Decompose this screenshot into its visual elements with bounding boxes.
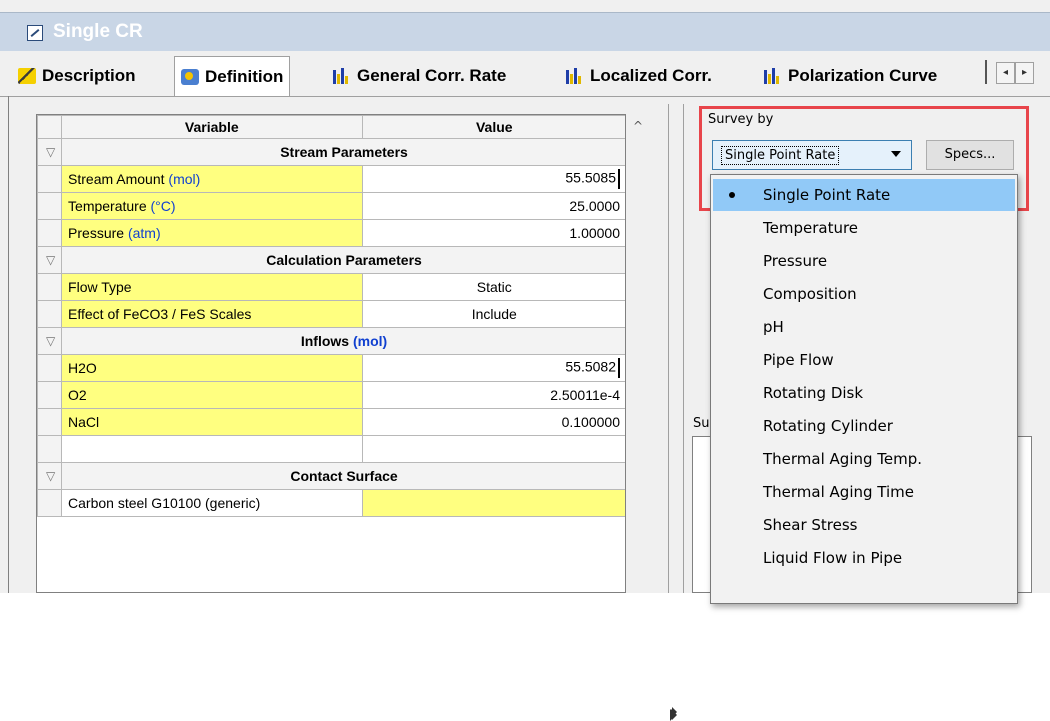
section-calculation-parameters[interactable]: ▽ Calculation Parameters bbox=[37, 246, 625, 274]
table-row: NaCl 0.100000 bbox=[37, 408, 625, 436]
collapse-icon[interactable]: ▽ bbox=[37, 327, 63, 355]
title-bar: Single CR bbox=[0, 12, 1050, 51]
value-stream-amount[interactable]: 55.5085 bbox=[361, 165, 625, 193]
collapse-icon[interactable]: ▽ bbox=[37, 462, 63, 490]
option-shear-stress[interactable]: Shear Stress bbox=[713, 509, 1015, 541]
bar-chart-icon bbox=[566, 68, 584, 84]
value-h2o[interactable]: 55.5082 bbox=[361, 354, 625, 382]
chevron-down-icon bbox=[891, 151, 901, 157]
tab-scroll-left-icon[interactable]: ◂ bbox=[996, 62, 1015, 84]
collapse-icon[interactable]: ▽ bbox=[37, 246, 63, 274]
selected-bullet-icon bbox=[729, 192, 735, 198]
lower-panel-label: Su bbox=[693, 416, 710, 431]
option-ph[interactable]: pH bbox=[713, 311, 1015, 343]
value-empty[interactable] bbox=[361, 435, 625, 463]
section-contact-surface[interactable]: ▽ Contact Surface bbox=[37, 462, 625, 490]
tab-polarization-curve[interactable]: Polarization Curve bbox=[764, 60, 937, 92]
table-row: Effect of FeCO3 / FeS Scales Include bbox=[37, 300, 625, 328]
value-contact-surface[interactable] bbox=[361, 489, 625, 517]
tab-separator bbox=[985, 60, 987, 84]
column-header-value: Value bbox=[361, 115, 625, 139]
variable-empty[interactable] bbox=[61, 435, 363, 463]
tab-localized-corr[interactable]: Localized Corr. bbox=[566, 60, 712, 92]
variable-temperature: Temperature (°C) bbox=[61, 192, 363, 220]
section-inflows[interactable]: ▽ Inflows (mol) bbox=[37, 327, 625, 355]
variable-stream-amount: Stream Amount (mol) bbox=[61, 165, 363, 193]
tab-scroll-right-icon[interactable]: ▸ bbox=[1015, 62, 1034, 84]
definition-icon bbox=[181, 68, 199, 85]
variable-o2: O2 bbox=[61, 381, 363, 409]
pencil-icon bbox=[18, 68, 36, 84]
variable-h2o: H2O bbox=[61, 354, 363, 382]
value-pressure[interactable]: 1.00000 bbox=[361, 219, 625, 247]
value-nacl[interactable]: 0.100000 bbox=[361, 408, 625, 436]
bar-chart-icon bbox=[764, 68, 782, 84]
option-rotating-cylinder[interactable]: Rotating Cylinder bbox=[713, 410, 1015, 442]
collapse-icon[interactable]: ▽ bbox=[37, 138, 63, 166]
variable-flow-type: Flow Type bbox=[61, 273, 363, 301]
option-thermal-aging-temp[interactable]: Thermal Aging Temp. bbox=[713, 443, 1015, 475]
table-row: Carbon steel G10100 (generic) bbox=[37, 489, 625, 517]
scroll-up-icon[interactable]: ^ bbox=[628, 114, 648, 136]
value-flow-type[interactable]: Static bbox=[361, 273, 625, 301]
value-o2[interactable]: 2.50011e-4 bbox=[361, 381, 625, 409]
window-icon bbox=[27, 25, 43, 41]
option-pipe-flow[interactable]: Pipe Flow bbox=[713, 344, 1015, 376]
value-scales[interactable]: Include bbox=[361, 300, 625, 328]
definition-grid: Variable Value ▽ Stream Parameters Strea… bbox=[36, 114, 626, 593]
table-row-empty bbox=[37, 435, 625, 463]
splitter-collapse-icon[interactable] bbox=[672, 710, 677, 720]
window: Single CR Description Definition General… bbox=[0, 0, 1050, 721]
window-title: Single CR bbox=[53, 21, 143, 42]
column-header-variable: Variable bbox=[61, 115, 363, 139]
tab-definition[interactable]: Definition bbox=[174, 56, 291, 96]
table-row: Temperature (°C) 25.0000 bbox=[37, 192, 625, 220]
survey-by-selected: Single Point Rate bbox=[721, 145, 840, 165]
option-rotating-disk[interactable]: Rotating Disk bbox=[713, 377, 1015, 409]
grid-header-row: Variable Value bbox=[37, 115, 625, 139]
survey-by-dropdown[interactable]: Single Point Rate bbox=[712, 140, 912, 170]
tab-general-corr-rate[interactable]: General Corr. Rate bbox=[333, 60, 506, 92]
option-single-point-rate[interactable]: Single Point Rate bbox=[713, 179, 1015, 211]
option-liquid-flow-in-pipe[interactable]: Liquid Flow in Pipe bbox=[713, 542, 1015, 574]
variable-scales: Effect of FeCO3 / FeS Scales bbox=[61, 300, 363, 328]
variable-nacl: NaCl bbox=[61, 408, 363, 436]
table-row: Flow Type Static bbox=[37, 273, 625, 301]
panel-splitter[interactable] bbox=[668, 104, 684, 593]
option-temperature[interactable]: Temperature bbox=[713, 212, 1015, 244]
value-temperature[interactable]: 25.0000 bbox=[361, 192, 625, 220]
row-header-corner bbox=[37, 115, 63, 139]
survey-by-options: Single Point Rate Temperature Pressure C… bbox=[710, 174, 1018, 604]
table-row: Stream Amount (mol) 55.5085 bbox=[37, 165, 625, 193]
option-composition[interactable]: Composition bbox=[713, 278, 1015, 310]
variable-pressure: Pressure (atm) bbox=[61, 219, 363, 247]
bar-chart-icon bbox=[333, 68, 351, 84]
tab-scroll-arrows: ◂ ▸ bbox=[996, 62, 1034, 84]
table-row: O2 2.50011e-4 bbox=[37, 381, 625, 409]
table-row: Pressure (atm) 1.00000 bbox=[37, 219, 625, 247]
specs-button[interactable]: Specs... bbox=[926, 140, 1014, 170]
option-thermal-aging-time[interactable]: Thermal Aging Time bbox=[713, 476, 1015, 508]
tab-description[interactable]: Description bbox=[18, 60, 136, 92]
option-pressure[interactable]: Pressure bbox=[713, 245, 1015, 277]
table-row: H2O 55.5082 bbox=[37, 354, 625, 382]
variable-contact-surface: Carbon steel G10100 (generic) bbox=[61, 489, 363, 517]
survey-by-label: Survey by bbox=[708, 112, 774, 127]
tab-strip: Description Definition General Corr. Rat… bbox=[0, 52, 1050, 97]
section-stream-parameters[interactable]: ▽ Stream Parameters bbox=[37, 138, 625, 166]
